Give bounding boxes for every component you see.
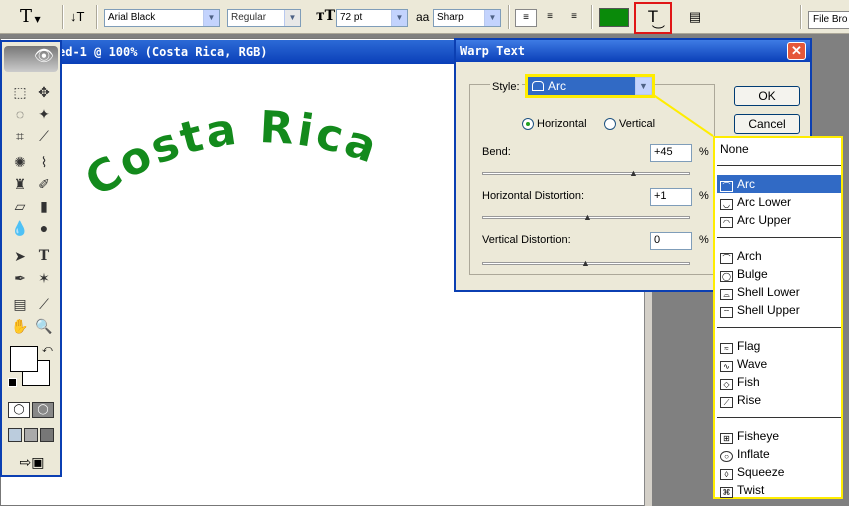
flag-icon: ≈ bbox=[720, 343, 733, 354]
arc-upper-icon: ◠ bbox=[720, 217, 733, 228]
wave-icon: ∿ bbox=[720, 361, 733, 372]
style-option-arch[interactable]: ⌒ Arch bbox=[717, 247, 841, 265]
style-option-squeeze[interactable]: ◊ Squeeze bbox=[717, 463, 841, 481]
style-option-wave[interactable]: ∿ Wave bbox=[717, 355, 841, 373]
arc-icon: ⌒ bbox=[720, 181, 733, 192]
squeeze-icon: ◊ bbox=[720, 469, 733, 480]
fish-icon: ◇ bbox=[720, 379, 733, 390]
style-option-fisheye[interactable]: ⊞ Fisheye bbox=[717, 427, 841, 445]
style-option-arc-lower[interactable]: ◡ Arc Lower bbox=[717, 193, 841, 211]
arc-lower-icon: ◡ bbox=[720, 199, 733, 210]
style-option-arc-upper[interactable]: ◠ Arc Upper bbox=[717, 211, 841, 229]
style-option-twist[interactable]: ⌘ Twist bbox=[717, 481, 841, 499]
style-option-bulge[interactable]: ◯ Bulge bbox=[717, 265, 841, 283]
fisheye-icon: ⊞ bbox=[720, 433, 733, 444]
style-option-none[interactable]: None bbox=[717, 140, 841, 158]
rise-icon: ⟋ bbox=[720, 397, 733, 408]
style-option-arc[interactable]: ⌒ Arc bbox=[717, 175, 841, 193]
style-option-shell-upper[interactable]: ⌔ Shell Upper bbox=[717, 301, 841, 319]
arch-icon: ⌒ bbox=[720, 253, 733, 264]
bulge-icon: ◯ bbox=[720, 271, 733, 282]
style-dropdown-list[interactable]: None ⌒ Arc ◡ Arc Lower ◠ Arc Upper ⌒ Arch ◯ B… bbox=[713, 136, 843, 499]
shell-lower-icon: ⌓ bbox=[720, 289, 733, 300]
style-option-inflate[interactable]: ○ Inflate bbox=[717, 445, 841, 463]
style-option-flag[interactable]: ≈ Flag bbox=[717, 337, 841, 355]
inflate-icon: ○ bbox=[720, 451, 733, 462]
twist-icon: ⌘ bbox=[720, 487, 733, 498]
shell-upper-icon: ⌔ bbox=[720, 307, 733, 318]
style-option-fish[interactable]: ◇ Fish bbox=[717, 373, 841, 391]
style-option-shell-lower[interactable]: ⌓ Shell Lower bbox=[717, 283, 841, 301]
style-option-rise[interactable]: ⟋ Rise bbox=[717, 391, 841, 409]
